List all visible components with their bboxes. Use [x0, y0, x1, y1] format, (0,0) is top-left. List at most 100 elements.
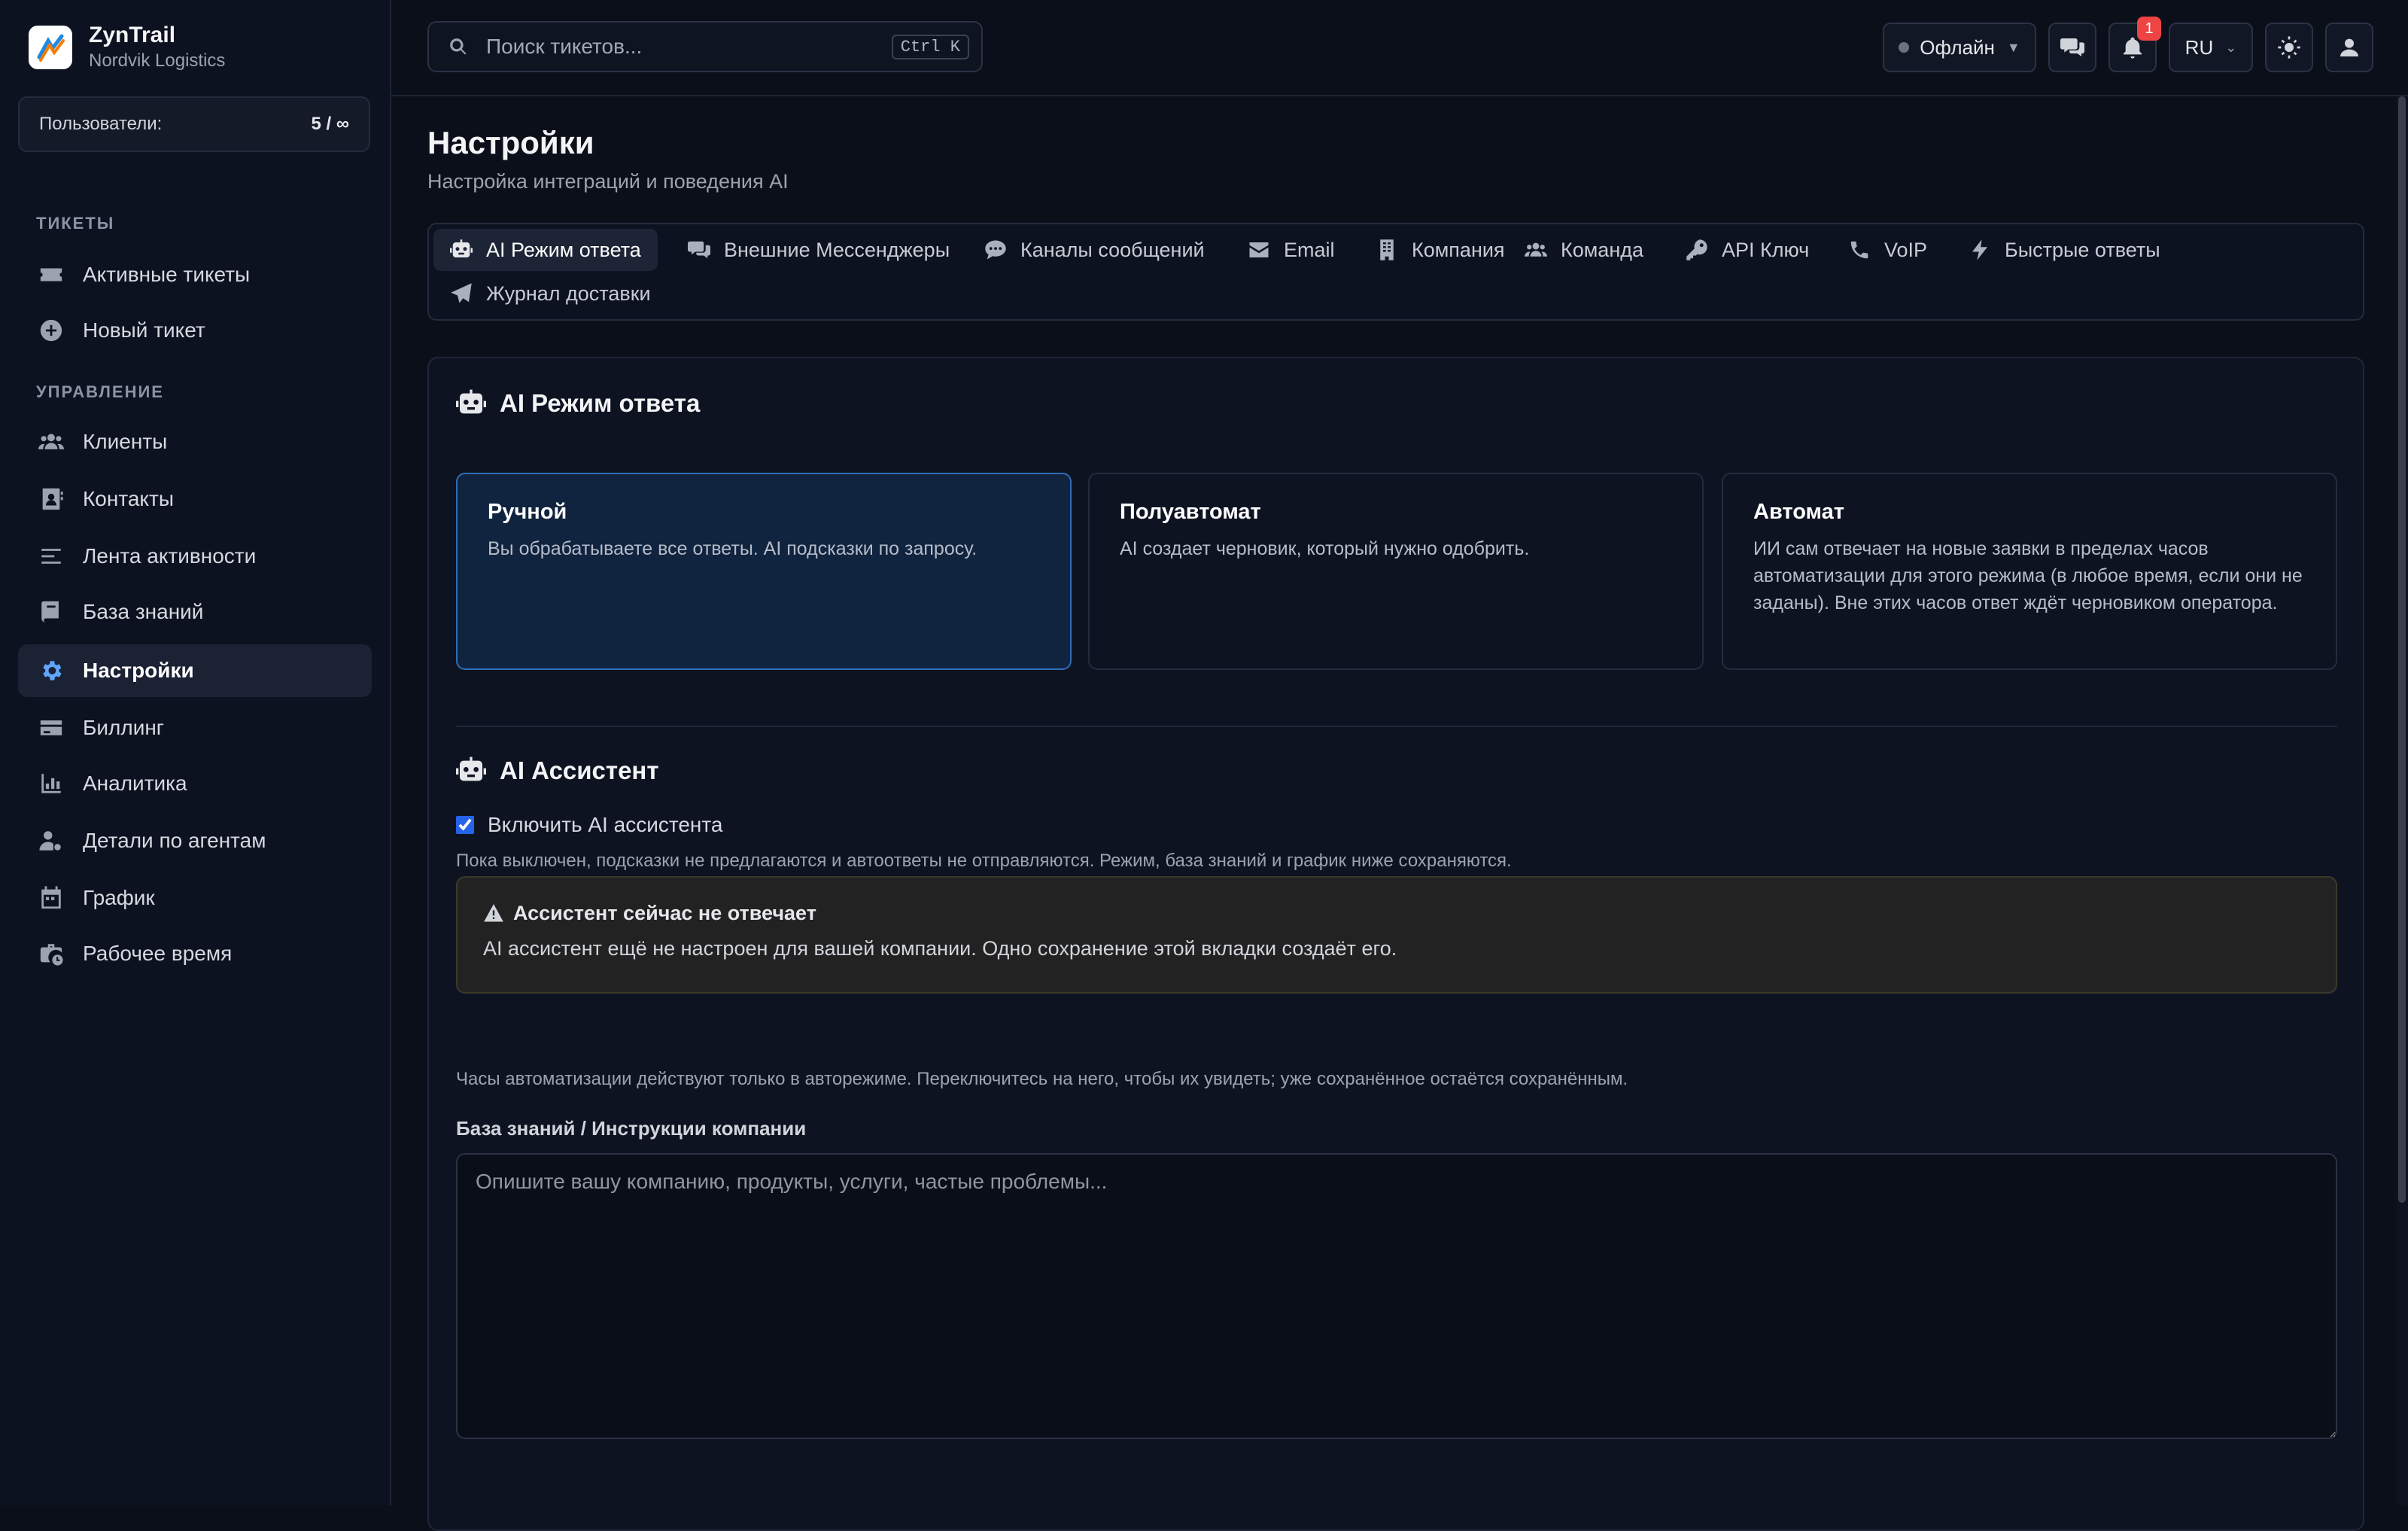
address-book-icon: [36, 484, 66, 514]
sidebar-item-active-tickets[interactable]: Активные тикеты: [18, 248, 372, 301]
section-label-manage: УПРАВЛЕНИЕ: [36, 382, 164, 401]
mode-option-semi-auto[interactable]: Полуавтомат AI создает черновик, который…: [1088, 473, 1704, 670]
sidebar-item-label: Новый тикет: [83, 318, 205, 342]
sidebar-item-label: Детали по агентам: [83, 829, 266, 852]
section-divider: [456, 726, 2337, 727]
users-label: Пользователи:: [39, 114, 163, 134]
tab-ai-mode[interactable]: AI Режим ответа: [433, 229, 658, 271]
ai-mode-heading: AI Режим ответа: [456, 388, 700, 419]
robot-icon: [450, 239, 473, 257]
tab-api-key[interactable]: API Ключ: [1669, 229, 1826, 271]
brand[interactable]: ZynTrail Nordvik Logistics: [29, 20, 225, 75]
tab-label: Каналы сообщений: [1020, 238, 1205, 261]
status-dropdown[interactable]: Офлайн ▼: [1883, 23, 2036, 72]
sidebar-item-knowledge-base[interactable]: База знаний: [18, 586, 372, 638]
comments-icon: [688, 241, 710, 259]
scrollbar[interactable]: [2396, 96, 2408, 1505]
caret-down-icon: ▼: [2006, 39, 2020, 55]
language-select[interactable]: RU ⌄: [2169, 23, 2253, 72]
mode-option-auto[interactable]: Автомат ИИ сам отвечает на новые заявки …: [1722, 473, 2337, 670]
notifications-badge: 1: [2137, 17, 2161, 41]
sidebar-item-billing[interactable]: Биллинг: [18, 702, 372, 754]
mode-title: Ручной: [488, 500, 567, 524]
tab-quick-replies[interactable]: Быстрые ответы: [1952, 229, 2177, 271]
calendar-icon: [36, 883, 66, 913]
search-icon: [450, 38, 467, 55]
tab-voip[interactable]: VoIP: [1832, 229, 1944, 271]
sidebar-item-label: Контакты: [83, 487, 174, 510]
list-icon: [36, 541, 66, 571]
tab-label: API Ключ: [1722, 238, 1810, 261]
sidebar-item-label: Лента активности: [83, 544, 257, 568]
tab-label: Команда: [1561, 238, 1644, 261]
status-dot: [1899, 42, 1910, 53]
settings-tabs: AI Режим ответа Внешние Мессенджеры Кана…: [427, 223, 2364, 321]
tab-team[interactable]: Команда: [1508, 229, 1660, 271]
tab-message-channels[interactable]: Каналы сообщений: [968, 229, 1221, 271]
search-shortcut-hint: Ctrl K: [891, 34, 969, 59]
theme-toggle[interactable]: [2265, 23, 2313, 72]
ticket-icon: [36, 260, 66, 290]
tab-label: Быстрые ответы: [2005, 238, 2160, 261]
sidebar-item-settings[interactable]: Настройки: [18, 644, 372, 697]
enable-assistant-checkbox[interactable]: [456, 816, 474, 834]
mode-option-manual[interactable]: Ручной Вы обрабатываете все ответы. AI п…: [456, 473, 1072, 670]
knowledge-base-textarea[interactable]: [456, 1153, 2337, 1439]
enable-assistant-label: Включить AI ассистента: [488, 813, 723, 836]
profile-button[interactable]: [2325, 23, 2373, 72]
briefcase-clock-icon: [36, 939, 66, 969]
sidebar-item-clients[interactable]: Клиенты: [18, 415, 372, 468]
automation-hours-hint: Часы автоматизации действуют только в ав…: [456, 1069, 1628, 1089]
sidebar-item-agent-details[interactable]: Детали по агентам: [18, 814, 372, 867]
tab-label: Внешние Мессенджеры: [724, 238, 950, 261]
users-icon: [1525, 242, 1547, 257]
mode-description: AI создает черновик, который нужно одобр…: [1120, 538, 1530, 559]
sidebar-item-analytics[interactable]: Аналитика: [18, 757, 372, 810]
sidebar-item-schedule[interactable]: График: [18, 872, 372, 924]
enable-assistant-row[interactable]: Включить AI ассистента: [456, 813, 722, 837]
tab-email[interactable]: Email: [1231, 229, 1351, 271]
brand-logo: [29, 26, 72, 69]
sidebar-item-label: База знаний: [83, 600, 204, 623]
sidebar-item-label: Биллинг: [83, 716, 165, 739]
page-title: Настройки: [427, 125, 594, 160]
tab-delivery-log[interactable]: Журнал доставки: [433, 272, 667, 315]
paper-plane-icon: [451, 283, 472, 303]
chat-button[interactable]: [2048, 23, 2096, 72]
sidebar-item-label: Активные тикеты: [83, 263, 251, 286]
sidebar-item-working-hours[interactable]: Рабочее время: [18, 927, 372, 980]
robot-icon: [456, 389, 486, 414]
credit-card-icon: [36, 713, 66, 743]
sidebar-item-new-ticket[interactable]: Новый тикет: [18, 304, 372, 357]
comments-icon: [2060, 38, 2084, 56]
sidebar-item-contacts[interactable]: Контакты: [18, 473, 372, 525]
user-gear-icon: [36, 826, 66, 856]
search-input[interactable]: [485, 34, 892, 59]
tab-company[interactable]: Компания: [1359, 229, 1522, 271]
scrollbar-thumb[interactable]: [2398, 96, 2406, 1203]
page-subtitle: Настройка интеграций и поведения AI: [427, 170, 789, 193]
tab-external-messengers[interactable]: Внешние Мессенджеры: [671, 229, 966, 271]
sidebar-item-activity-feed[interactable]: Лента активности: [18, 530, 372, 583]
sidebar-item-label: Рабочее время: [83, 942, 233, 965]
sidebar: ZynTrail Nordvik Logistics Пользователи:…: [0, 0, 391, 1505]
envelope-icon: [1249, 242, 1269, 257]
key-icon: [1686, 239, 1707, 260]
book-icon: [36, 597, 66, 627]
section-label-tickets: ТИКЕТЫ: [36, 214, 115, 233]
language-label: RU: [2185, 35, 2214, 59]
knowledge-base-label: База знаний / Инструкции компании: [456, 1117, 807, 1140]
bar-chart-icon: [36, 769, 66, 799]
sidebar-item-label: Клиенты: [83, 430, 168, 453]
gear-icon: [36, 656, 66, 686]
sidebar-item-label: График: [83, 886, 155, 909]
phone-icon: [1850, 241, 1868, 259]
notifications-button[interactable]: 1: [2109, 17, 2161, 72]
bolt-icon: [1972, 239, 1987, 260]
brand-name: ZynTrail: [89, 23, 176, 47]
search-box[interactable]: Ctrl K: [427, 21, 983, 72]
mode-description: ИИ сам отвечает на новые заявки в предел…: [1753, 538, 2303, 613]
tab-label: Email: [1284, 238, 1335, 261]
assistant-off-hint: Пока выключен, подсказки не предлагаются…: [456, 851, 1512, 871]
robot-icon: [456, 756, 486, 781]
